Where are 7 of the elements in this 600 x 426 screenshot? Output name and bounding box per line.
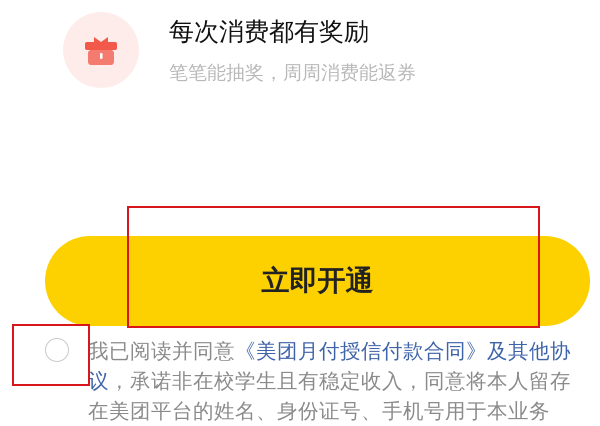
agreement-text: 我已阅读并同意《美团月付授信付款合同》及其他协 议，承诺非在校学生且有稳定收入，同意将本人留存在美团平台的姓名、身份证号、手机号用于本业务 [88, 338, 572, 425]
contract-link[interactable]: 《美团月付授信付款合同》及其他协 [235, 339, 571, 363]
feature-title: 每次消费都有奖励 [169, 16, 370, 48]
activate-button[interactable]: 立即开通 [45, 236, 590, 326]
feature-subtitle: 笔笔能抽奖，周周消费能返券 [169, 60, 416, 86]
agree-checkbox[interactable] [45, 338, 69, 362]
contract-link[interactable]: 议 [88, 369, 109, 393]
